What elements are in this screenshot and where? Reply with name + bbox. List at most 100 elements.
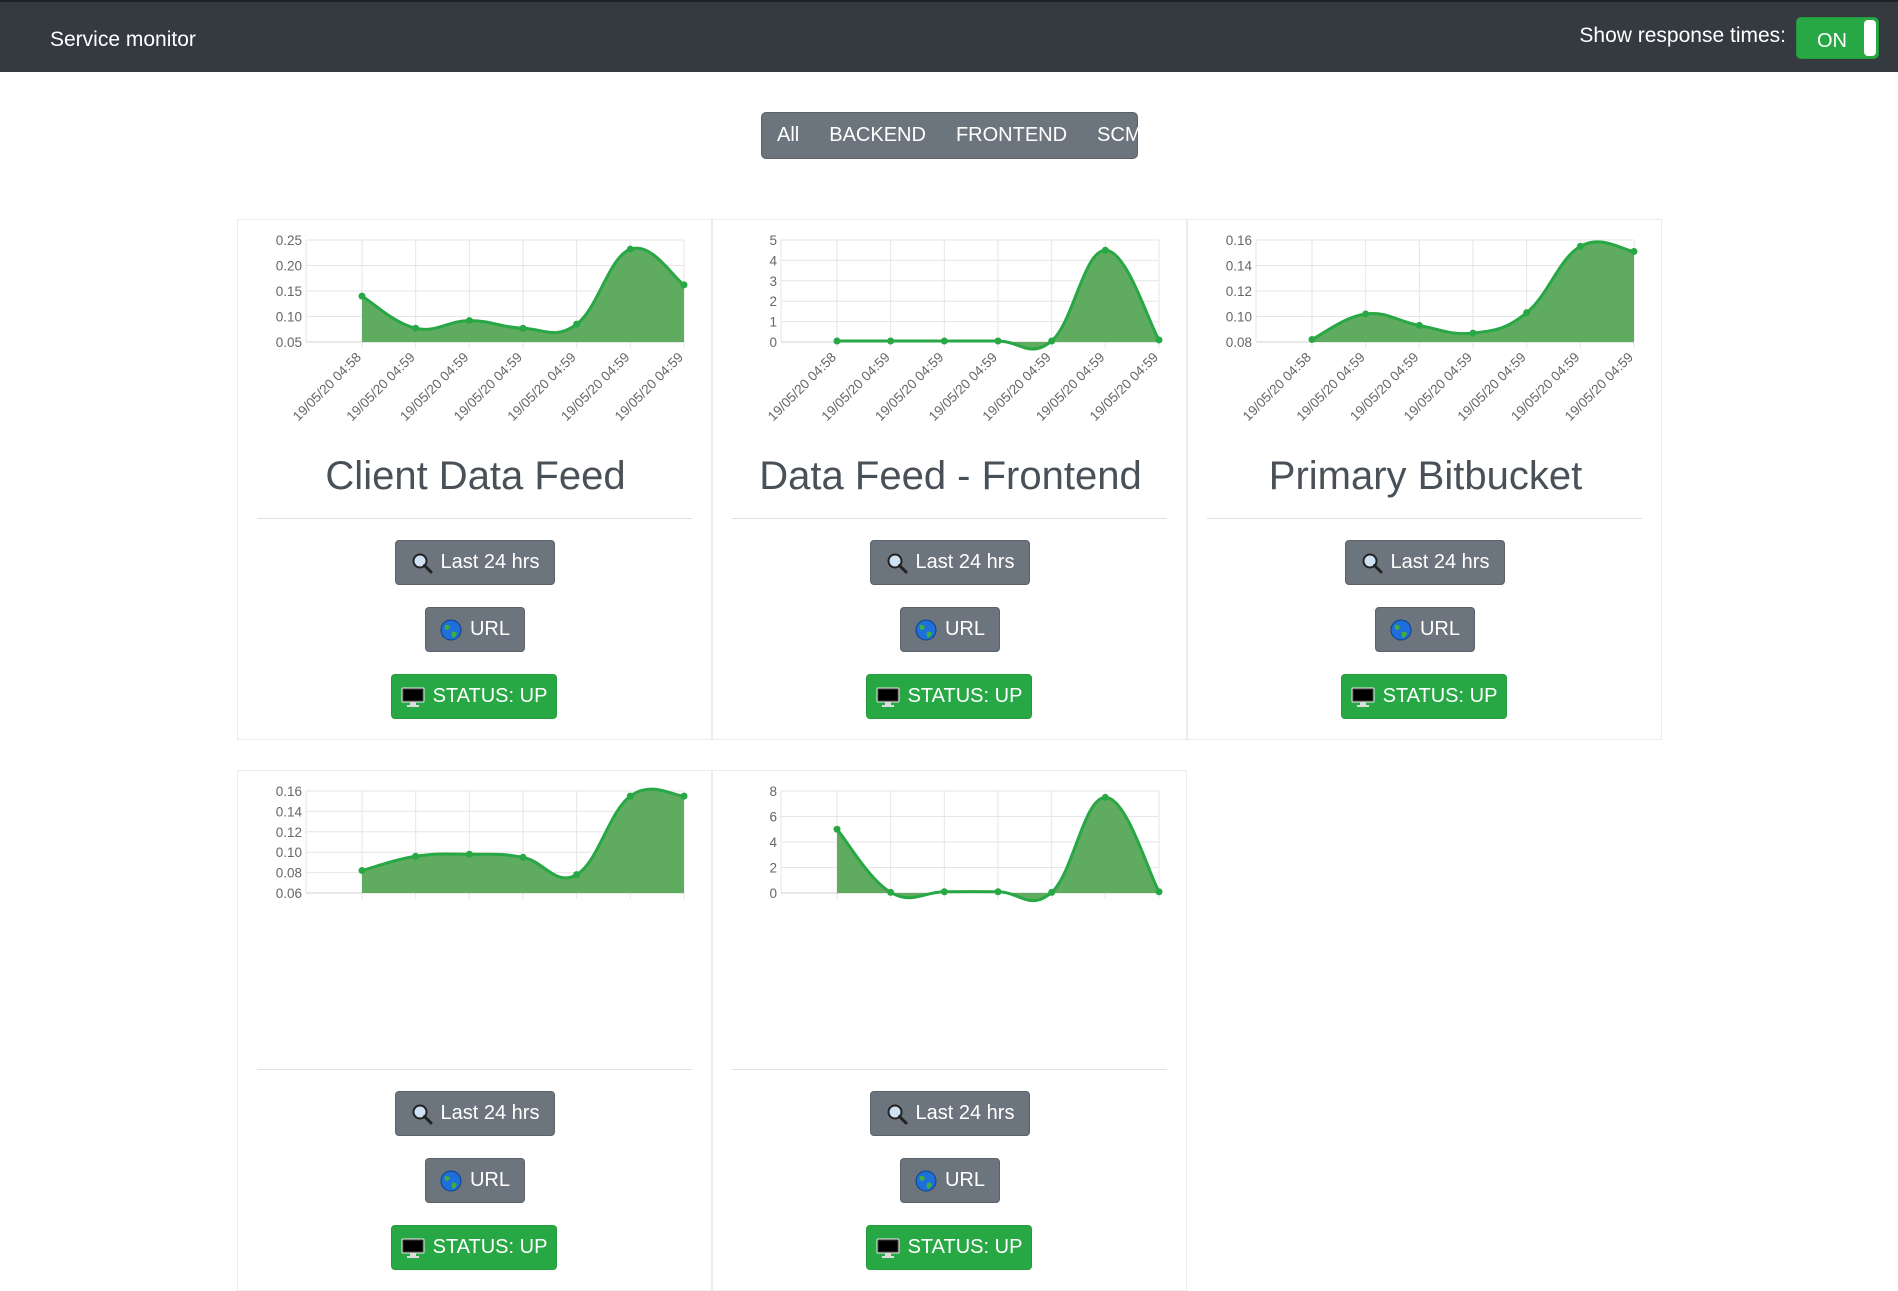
card-divider [257, 518, 692, 519]
data-point [519, 324, 527, 332]
service-title: Client Data Feed [325, 454, 626, 498]
response-times-label: Show response times: [1579, 24, 1786, 47]
data-point [1155, 336, 1163, 344]
url-label: URL [469, 618, 510, 640]
status-button[interactable]: STATUS: UP [391, 1225, 557, 1270]
status-button[interactable]: STATUS: UP [866, 674, 1032, 719]
y-tick-label: 0.15 [276, 284, 302, 299]
data-point [1630, 247, 1638, 255]
data-point [573, 871, 581, 879]
url-button[interactable]: URL [900, 1158, 1000, 1203]
data-point [1576, 242, 1584, 250]
globe-icon [1390, 619, 1412, 641]
globe-icon [440, 619, 462, 641]
data-point [833, 825, 841, 833]
y-tick-label: 0.16 [276, 784, 302, 799]
data-point [833, 337, 841, 345]
url-label: URL [944, 1169, 985, 1191]
data-point [1048, 337, 1056, 345]
data-point [887, 337, 895, 345]
service-card: 0.16 0.14 0.12 0.10 0.08 19/05/20 04:58 19/05/… [1187, 219, 1662, 740]
y-tick-label: 0 [769, 886, 777, 901]
data-point [994, 888, 1002, 896]
y-tick-label: 2 [769, 861, 777, 876]
data-point [940, 888, 948, 896]
response-time-chart: 8 6 4 2 0 [769, 784, 1163, 903]
magnifier-icon [886, 1103, 908, 1125]
y-tick-label: 0 [769, 335, 777, 350]
data-point [465, 850, 473, 858]
url-label: URL [1419, 618, 1460, 640]
response-times-toggle[interactable]: ON [1796, 17, 1879, 59]
data-point [358, 867, 366, 875]
response-time-chart: 0.160.140.120.100.0819/05/20 04:5819/05/… [1226, 233, 1638, 424]
last-24-hrs-label: Last 24 hrs [440, 551, 540, 573]
card-divider [732, 1069, 1167, 1070]
last-24-hrs-button[interactable]: Last 24 hrs [870, 1091, 1030, 1136]
status-button[interactable]: STATUS: UP [866, 1225, 1032, 1270]
y-tick-label: 0.06 [276, 886, 302, 901]
data-point [1308, 335, 1316, 343]
filter-backend-button[interactable]: BACKEND [814, 124, 941, 147]
url-label: URL [944, 618, 985, 640]
last-24-hrs-button[interactable]: Last 24 hrs [395, 540, 555, 585]
data-point [358, 292, 366, 300]
filter-scm-button[interactable]: SCM [1082, 124, 1156, 147]
data-point [1469, 329, 1477, 337]
status-button[interactable]: STATUS: UP [391, 674, 557, 719]
data-point [1415, 321, 1423, 329]
response-time-chart: 0.250.200.150.100.0519/05/20 04:5819/05/… [276, 233, 688, 424]
data-point [1155, 888, 1163, 896]
filter-all-button[interactable]: All [762, 124, 814, 147]
y-tick-label: 0.10 [1226, 310, 1252, 325]
group-filter: All BACKEND FRONTEND SCM [761, 112, 1142, 159]
response-time-chart: 54321019/05/20 04:5819/05/20 04:5919/05/… [765, 233, 1163, 424]
url-button[interactable]: URL [425, 607, 525, 652]
data-point [1523, 309, 1531, 317]
magnifier-icon [886, 552, 908, 574]
y-tick-label: 3 [769, 274, 777, 289]
data-point [573, 320, 581, 328]
last-24-hrs-label: Last 24 hrs [915, 551, 1015, 573]
last-24-hrs-button[interactable]: Last 24 hrs [870, 540, 1030, 585]
y-tick-label: 6 [769, 810, 777, 825]
y-tick-label: 0.25 [276, 233, 302, 248]
globe-icon [440, 1170, 462, 1192]
url-button[interactable]: URL [900, 607, 1000, 652]
last-24-hrs-label: Last 24 hrs [915, 1102, 1015, 1124]
y-tick-label: 0.16 [1226, 233, 1252, 248]
filter-frontend-button[interactable]: FRONTEND [941, 124, 1082, 147]
status-button[interactable]: STATUS: UP [1341, 674, 1507, 719]
data-point [465, 317, 473, 325]
status-label: STATUS: UP [432, 1236, 548, 1258]
url-button[interactable]: URL [425, 1158, 525, 1203]
data-point [940, 337, 948, 345]
y-tick-label: 0.10 [276, 310, 302, 325]
data-point [519, 853, 527, 861]
y-tick-label: 2 [769, 294, 777, 309]
y-tick-label: 1 [769, 315, 777, 330]
url-button[interactable]: URL [1375, 607, 1475, 652]
service-card: 0.25 0.20 0.15 0.10 0.05 19/05/20 04:58 19/05/… [237, 219, 712, 740]
y-tick-label: 0.08 [276, 866, 302, 881]
service-title: Primary Bitbucket [1268, 454, 1583, 498]
last-24-hrs-button[interactable]: Last 24 hrs [395, 1091, 555, 1136]
y-tick-label: 0.10 [276, 845, 302, 860]
data-point [1362, 310, 1370, 318]
card-divider [1207, 518, 1642, 519]
data-point [412, 852, 420, 860]
data-point [887, 888, 895, 896]
data-point [1101, 246, 1109, 254]
app-brand[interactable]: Service monitor [50, 28, 196, 52]
monitor-icon [876, 686, 900, 708]
service-title: Data Feed - Frontend [759, 454, 1142, 498]
toggle-knob[interactable] [1864, 20, 1876, 56]
y-tick-label: 8 [769, 784, 777, 799]
status-label: STATUS: UP [907, 685, 1023, 707]
last-24-hrs-label: Last 24 hrs [440, 1102, 540, 1124]
card-divider [257, 1069, 692, 1070]
last-24-hrs-button[interactable]: Last 24 hrs [1345, 540, 1505, 585]
top-navbar: Service monitor Show response times: ON [0, 0, 1898, 72]
y-tick-label: 0.05 [276, 335, 302, 350]
monitor-icon [876, 1237, 900, 1259]
